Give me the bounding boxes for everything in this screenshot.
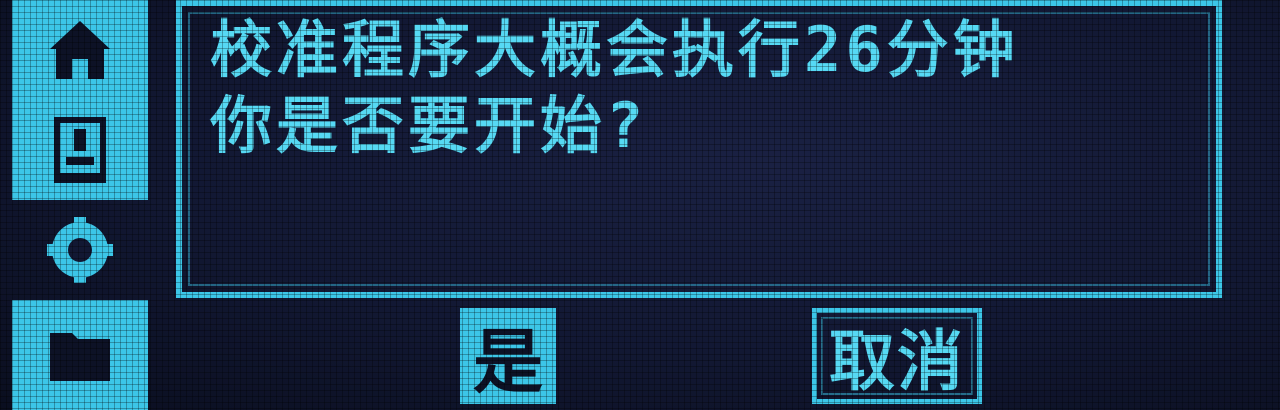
home-icon [50, 21, 110, 79]
settings-button[interactable] [12, 200, 148, 300]
message-dialog: 校准程序大概会执行26分钟 你是否要开始? [176, 0, 1222, 298]
device-icon [54, 117, 106, 183]
cancel-button[interactable]: 取消 [812, 308, 982, 404]
yes-button[interactable]: 是 [460, 308, 556, 404]
device-button[interactable] [12, 100, 148, 200]
folder-button[interactable] [12, 300, 148, 410]
dialog-message: 校准程序大概会执行26分钟 你是否要开始? [210, 12, 1019, 164]
cancel-button-label: 取消 [829, 323, 965, 400]
lcd-screen: 校准程序大概会执行26分钟 你是否要开始? 是 取消 [0, 0, 1280, 410]
settings-icon [47, 217, 113, 283]
sidebar [0, 0, 175, 410]
folder-icon [50, 333, 110, 381]
home-button[interactable] [12, 0, 148, 100]
message-line-2: 你是否要开始? [210, 89, 648, 162]
message-line-1: 校准程序大概会执行26分钟 [210, 13, 1019, 86]
